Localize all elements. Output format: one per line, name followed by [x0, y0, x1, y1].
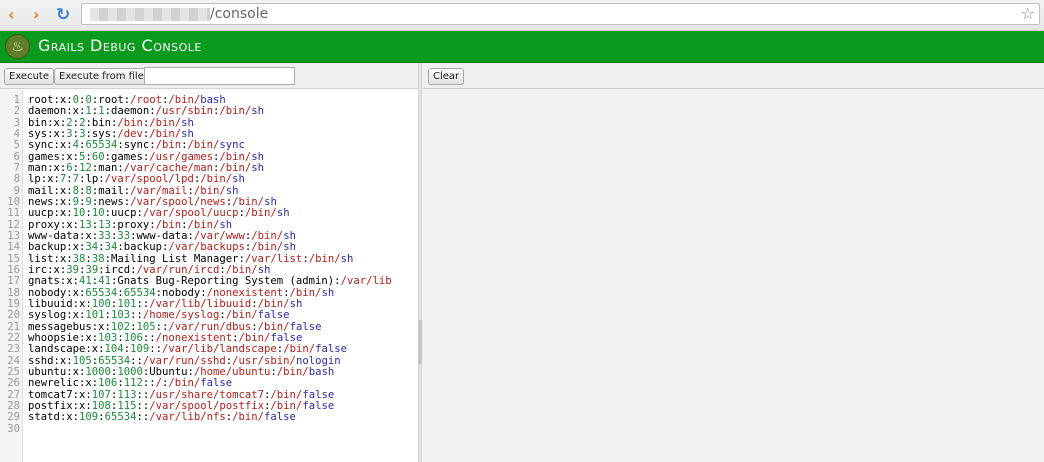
code-text: gnats:x:41:41:Gnats Bug-Reporting System…: [28, 275, 392, 288]
output-toolbar: Clear: [422, 63, 1044, 89]
forward-icon[interactable]: ›: [33, 6, 40, 24]
code-text: daemon:x:1:1:daemon:/usr/sbin:/bin/sh: [28, 105, 265, 118]
line-number: 17: [7, 275, 20, 288]
code-editor[interactable]: 1 root:x:0:0:root:/root:/bin/bash 2 daemon:…: [0, 90, 418, 462]
line-number: 25: [7, 365, 20, 378]
line-number: 5: [13, 139, 20, 152]
execute-from-file-button[interactable]: Execute from file:: [54, 68, 153, 85]
line-number: 9: [13, 184, 20, 197]
grails-logo-icon: ♨: [5, 34, 30, 59]
line-number: 14: [7, 241, 20, 254]
line-number: 27: [7, 388, 20, 401]
address-bar[interactable]: /console ☆: [81, 3, 1040, 25]
app-header: ♨ Grails Debug Console: [0, 31, 1044, 63]
code-text: ubuntu:x:1000:1000:Ubuntu:/home/ubuntu:/…: [28, 365, 335, 378]
bookmark-star-icon[interactable]: ☆: [1021, 4, 1035, 24]
line-number: 26: [7, 377, 20, 390]
browser-toolbar: ‹ › ↻ /console ☆: [0, 0, 1044, 31]
reload-icon[interactable]: ↻: [56, 6, 70, 24]
line-number: 8: [13, 173, 20, 186]
line-number: 11: [7, 207, 20, 220]
line-number: 6: [13, 150, 20, 163]
line-number: 18: [7, 286, 20, 299]
code-text: statd:x:109:65534::/var/lib/nfs:/bin/fal…: [28, 411, 296, 424]
url-path: /console: [210, 6, 269, 22]
line-number: 2: [13, 105, 20, 118]
line-number: 12: [7, 218, 20, 231]
line-number: 3: [13, 116, 20, 129]
line-number: 23: [7, 343, 20, 356]
clear-button[interactable]: Clear: [428, 68, 465, 85]
file-path-input[interactable]: [144, 67, 295, 85]
output-pane: [422, 89, 1044, 462]
line-number: 20: [7, 309, 20, 322]
line-number: 29: [7, 411, 20, 424]
line-number: 21: [7, 320, 20, 333]
back-icon[interactable]: ‹: [8, 6, 15, 24]
code-text: mail:x:8:8:mail:/var/mail:/bin/sh: [28, 184, 239, 197]
line-number: 15: [7, 252, 20, 265]
editor-toolbar: Execute Execute from file:: [0, 63, 418, 89]
app-title: Grails Debug Console: [38, 36, 202, 55]
blurred-host: [90, 8, 210, 21]
execute-button[interactable]: Execute: [4, 68, 54, 85]
line-number: 30: [7, 422, 20, 435]
line-number: 24: [7, 354, 20, 367]
